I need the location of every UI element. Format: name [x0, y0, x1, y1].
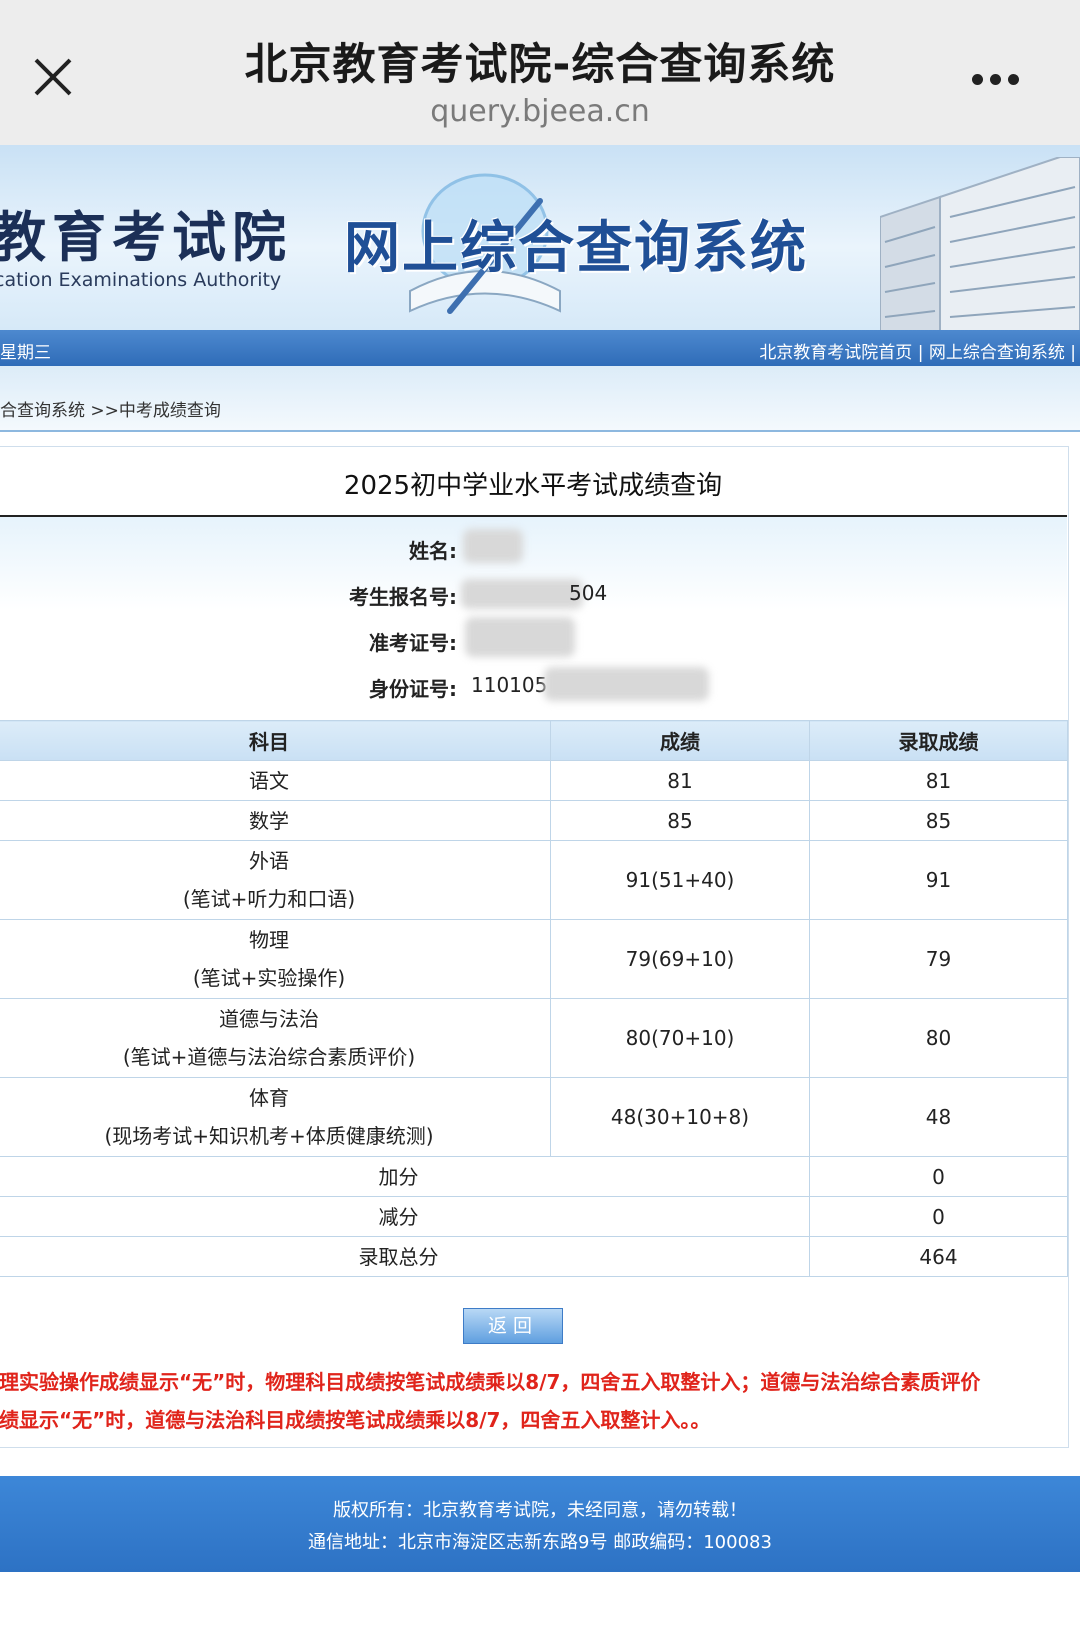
- bonus-label: 加分: [0, 1156, 810, 1197]
- info-row-id: 身份证号: 110105: [0, 667, 1067, 703]
- nav-links: 北京教育考试院首页 | 网上综合查询系统 |: [759, 338, 1076, 363]
- summary-row: 加分 0: [0, 1156, 1068, 1197]
- nav-strip: 星期三 北京教育考试院首页 | 网上综合查询系统 |: [0, 330, 1080, 366]
- browser-top-bar: 北京教育考试院-综合查询系统 query.bjeea.cn: [0, 0, 1080, 145]
- score-cell: 80(70+10): [550, 998, 810, 1078]
- nav-link-query-system[interactable]: 网上综合查询系统: [929, 343, 1065, 363]
- subject-name: 体育: [249, 1086, 289, 1110]
- subject-name: 道德与法治: [219, 1007, 319, 1031]
- header-subject: 科目: [0, 720, 551, 761]
- redacted-ticket: [465, 617, 575, 657]
- table-row: 体育 (现场考试+知识机考+体质健康统测) 48(30+10+8) 48: [0, 1077, 1068, 1157]
- subject-name: 外语: [249, 849, 289, 873]
- redacted-registration: [461, 579, 583, 609]
- bonus-value: 0: [809, 1156, 1068, 1197]
- nav-separator: |: [1070, 343, 1076, 363]
- more-options-icon[interactable]: [972, 70, 1032, 90]
- admission-cell: 81: [809, 760, 1068, 801]
- breadcrumb-band: 合查询系统 >>中考成绩查询: [0, 366, 1080, 432]
- info-row-registration: 考生报名号: 504: [0, 579, 1067, 611]
- back-button[interactable]: 返回: [463, 1308, 563, 1344]
- table-row: 外语 (笔试+听力和口语) 91(51+40) 91: [0, 840, 1068, 920]
- scoring-note: 理实验操作成绩显示“无”时，物理科目成绩按笔试成绩乘以8/7，四舍五入取整计入；…: [0, 1363, 1067, 1439]
- table-row: 数学 85 85: [0, 800, 1068, 841]
- registration-label: 考生报名号:: [349, 585, 457, 609]
- site-banner: 教育考试院 cation Examinations Authority 网上综合…: [0, 145, 1080, 330]
- subject-cell: 物理 (笔试+实验操作): [0, 919, 551, 999]
- subject-detail: (笔试+听力和口语): [182, 887, 356, 911]
- score-cell: 79(69+10): [550, 919, 810, 999]
- header-admission-score: 录取成绩: [809, 720, 1068, 761]
- table-header-row: 科目 成绩 录取成绩: [0, 720, 1068, 761]
- page-title: 2025初中学业水平考试成绩查询: [343, 471, 723, 501]
- header-score: 成绩: [550, 720, 810, 761]
- info-row-name: 姓名:: [0, 529, 1067, 565]
- summary-row: 减分 0: [0, 1196, 1068, 1237]
- table-row: 物理 (笔试+实验操作) 79(69+10) 79: [0, 919, 1068, 999]
- score-cell: 81: [550, 760, 810, 801]
- address-text: 通信地址：北京市海淀区志新东路9号 邮政编码：100083: [308, 1532, 772, 1553]
- student-info: 姓名: 考生报名号: 504 准考证号: 身份证号: 110105: [0, 517, 1067, 724]
- ticket-label: 准考证号:: [369, 631, 457, 655]
- date-text: 星期三: [0, 343, 51, 363]
- org-name-en: cation Examinations Authority: [0, 269, 282, 291]
- note-line: 绩显示“无”时，道德与法治科目成绩按笔试成绩乘以8/7，四舍五入取整计入。。: [0, 1408, 711, 1432]
- copyright-text: 版权所有：北京教育考试院，未经同意，请勿转载！: [333, 1500, 747, 1521]
- score-cell: 48(30+10+8): [550, 1077, 810, 1157]
- score-table: 科目 成绩 录取成绩 语文 81 81 数学 85 85 外语 (笔试+听力和口…: [0, 720, 1068, 1277]
- deduction-value: 0: [809, 1196, 1068, 1237]
- admission-cell: 80: [809, 998, 1068, 1078]
- admission-cell: 48: [809, 1077, 1068, 1157]
- table-row: 道德与法治 (笔试+道德与法治综合素质评价) 80(70+10) 80: [0, 998, 1068, 1078]
- deduction-label: 减分: [0, 1196, 810, 1237]
- total-value: 464: [809, 1236, 1068, 1277]
- subject-cell: 外语 (笔试+听力和口语): [0, 840, 551, 920]
- admission-cell: 91: [809, 840, 1068, 920]
- subject-cell: 数学: [0, 800, 551, 841]
- subject-detail: (笔试+实验操作): [192, 966, 346, 990]
- browser-url: query.bjeea.cn: [430, 94, 650, 129]
- subject-cell: 语文: [0, 760, 551, 801]
- table-row: 语文 81 81: [0, 760, 1068, 801]
- redacted-name: [463, 529, 523, 563]
- score-cell: 85: [550, 800, 810, 841]
- admission-cell: 79: [809, 919, 1068, 999]
- subject-detail: (笔试+道德与法治综合素质评价): [122, 1045, 416, 1069]
- breadcrumb: 合查询系统 >>中考成绩查询: [0, 401, 221, 421]
- id-value: 110105: [471, 673, 548, 697]
- info-row-ticket: 准考证号:: [0, 617, 1067, 657]
- admission-cell: 85: [809, 800, 1068, 841]
- subject-cell: 道德与法治 (笔试+道德与法治综合素质评价): [0, 998, 551, 1078]
- org-name: 教育考试院: [0, 205, 292, 269]
- id-label: 身份证号:: [369, 677, 457, 701]
- subject-name: 物理: [249, 928, 289, 952]
- result-panel: 2025初中学业水平考试成绩查询 姓名: 考生报名号: 504 准考证号: 身份…: [0, 446, 1069, 1448]
- total-label: 录取总分: [0, 1236, 810, 1277]
- redacted-id: [544, 667, 709, 701]
- summary-row: 录取总分 464: [0, 1236, 1068, 1277]
- nav-separator: |: [917, 343, 924, 363]
- system-title: 网上综合查询系统: [344, 216, 808, 281]
- name-label: 姓名:: [409, 539, 457, 563]
- subject-cell: 体育 (现场考试+知识机考+体质健康统测): [0, 1077, 551, 1157]
- registration-value: 504: [569, 581, 608, 605]
- score-cell: 91(51+40): [550, 840, 810, 920]
- building-icon: [880, 157, 1080, 330]
- subject-detail: (现场考试+知识机考+体质健康统测): [104, 1124, 434, 1148]
- site-footer: 版权所有：北京教育考试院，未经同意，请勿转载！ 通信地址：北京市海淀区志新东路9…: [0, 1476, 1080, 1572]
- nav-link-home[interactable]: 北京教育考试院首页: [759, 343, 912, 363]
- browser-page-title: 北京教育考试院-综合查询系统: [244, 40, 836, 90]
- note-line: 理实验操作成绩显示“无”时，物理科目成绩按笔试成绩乘以8/7，四舍五入取整计入；…: [0, 1370, 981, 1394]
